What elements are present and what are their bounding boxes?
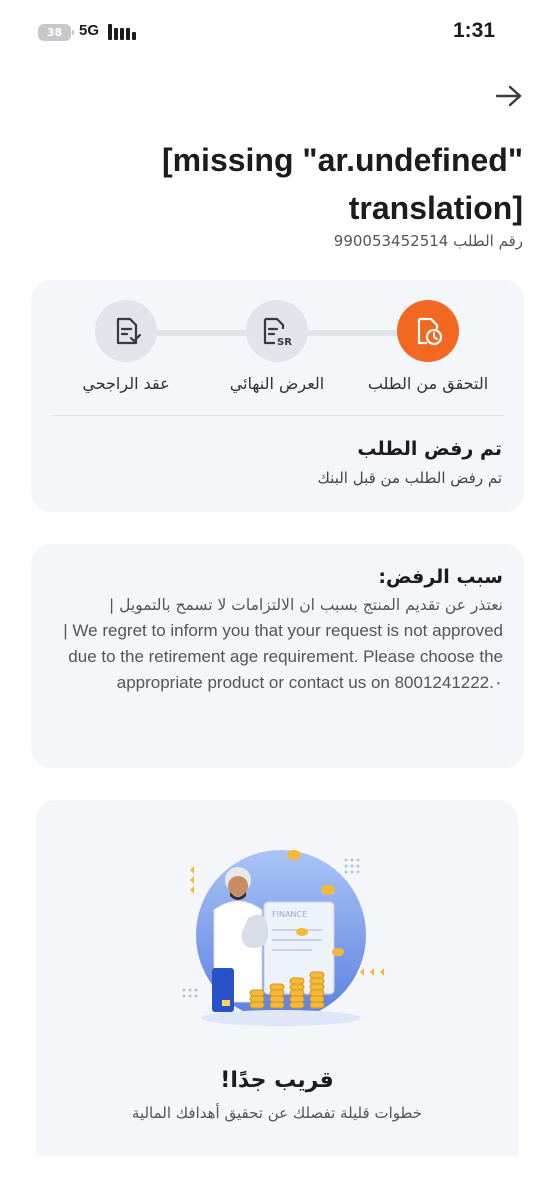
arrow-right-icon (495, 85, 522, 107)
finance-illustration: FINANCE (182, 850, 384, 1026)
signal-icon (108, 24, 136, 40)
sr-document-icon: SR (246, 300, 308, 362)
signed-document-icon (95, 300, 157, 362)
step-alrajhi-contract: عقد الراجحي (51, 300, 201, 393)
step-label: عقد الراجحي (82, 374, 170, 393)
back-button[interactable] (493, 80, 525, 112)
status-description: تم رفض الطلب من قبل البنك (317, 469, 502, 487)
request-progress-card: عقد الراجحي SR العرض النهائي التحقق من ا… (31, 280, 524, 512)
network-type: 5G (79, 22, 100, 39)
divider (51, 415, 504, 416)
status-title: تم رفض الطلب (357, 438, 502, 460)
step-label: العرض النهائي (229, 374, 325, 393)
rejection-reason-arabic: نعتذر عن تقديم المنتج بسبب ان الالتزامات… (108, 596, 503, 614)
clock-time: 1:31 (452, 19, 495, 42)
illustration-label: FINANCE (272, 910, 307, 919)
rejection-reason-english: | We regret to inform you that your requ… (63, 621, 503, 692)
battery-indicator: 38 (38, 24, 74, 41)
step-final-offer: SR العرض النهائي (202, 300, 352, 393)
promo-subtitle: خطوات قليلة تفصلك عن تحقيق أهدافك المالي… (131, 1104, 423, 1122)
status-bar: 38 5G 1:31 (0, 0, 555, 64)
promo-card: FINANCE قريب جدًا! خطوات قليلة تفصلك عن … (36, 800, 518, 1156)
step-label: التحقق من الطلب (367, 374, 489, 393)
svg-text:SR: SR (277, 337, 292, 348)
clock-document-icon (397, 300, 459, 362)
step-request-verification: التحقق من الطلب (353, 300, 503, 393)
promo-title: قريب جدًا! (220, 1068, 334, 1093)
rejection-reason-card: سبب الرفض: نعتذر عن تقديم المنتج بسبب ان… (31, 544, 524, 768)
rejection-title: سبب الرفض: (378, 566, 503, 588)
request-number: رقم الطلب 990053452514 (333, 232, 523, 250)
page-title: [missing "ar.undefined" translation] (161, 142, 523, 226)
